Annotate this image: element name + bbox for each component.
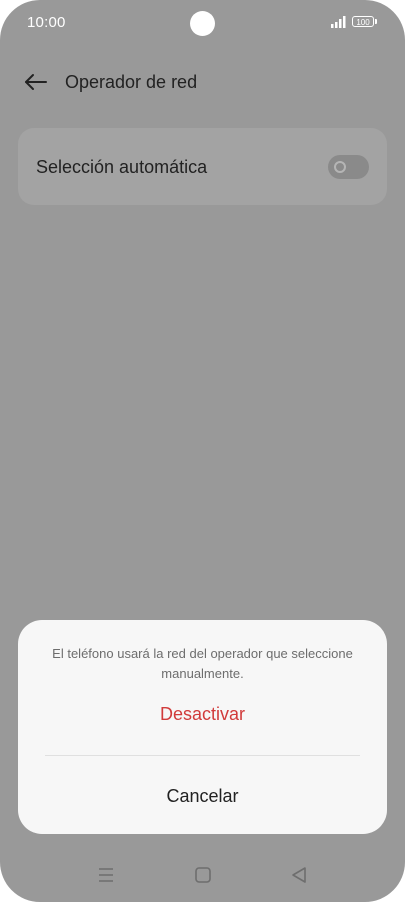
automatic-selection-row[interactable]: Selección automática	[18, 128, 387, 205]
divider	[45, 755, 360, 756]
page-title: Operador de red	[65, 72, 198, 92]
battery-tip	[375, 19, 377, 24]
status-bar: 10:00 100	[0, 0, 405, 46]
dialog-message: El teléfono usará la red del operador qu…	[52, 646, 353, 681]
phone-screen: 10:00 100 Operador de red Selección auto…	[0, 0, 405, 902]
automatic-selection-toggle[interactable]	[328, 155, 369, 179]
cancel-button[interactable]: Cancelar	[18, 784, 387, 808]
deactivate-button[interactable]: Desactivar	[18, 702, 387, 726]
signal-icon	[331, 16, 346, 28]
camera-cutout	[190, 11, 215, 36]
confirmation-sheet: El teléfono usará la red del operador qu…	[18, 620, 387, 834]
home-icon[interactable]	[194, 866, 212, 884]
battery-level: 100	[356, 18, 370, 27]
menu-icon[interactable]	[97, 866, 115, 884]
automatic-selection-label: Selección automática	[36, 157, 208, 177]
status-time: 10:00	[27, 14, 66, 31]
toggle-knob	[334, 161, 346, 173]
battery-icon: 100	[352, 16, 374, 27]
arrow-left-icon[interactable]	[22, 70, 48, 94]
back-icon[interactable]	[290, 866, 308, 884]
